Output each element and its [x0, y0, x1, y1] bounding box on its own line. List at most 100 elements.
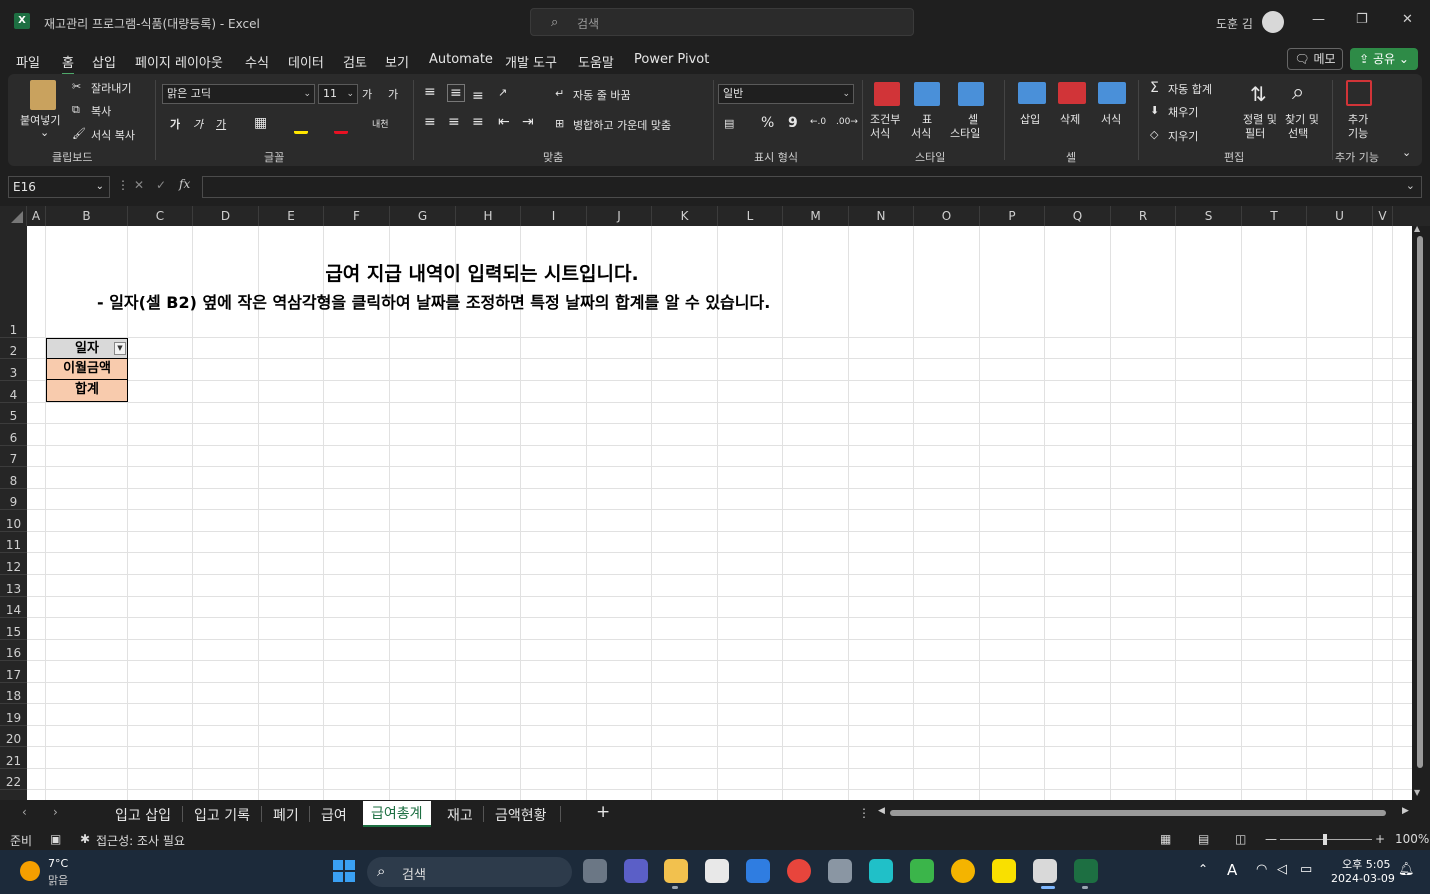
- copy-icon[interactable]: ⧉: [72, 103, 80, 117]
- font-size-select[interactable]: 11 ⌄: [318, 84, 358, 104]
- filter-dropdown-icon[interactable]: ▼: [114, 342, 126, 355]
- row-header[interactable]: 21: [0, 747, 27, 769]
- add-sheet-button[interactable]: +: [596, 802, 610, 822]
- underline-button[interactable]: 가: [216, 116, 226, 132]
- prev-sheet-icon[interactable]: ‹: [22, 805, 27, 819]
- menu-file[interactable]: 파일: [16, 52, 40, 71]
- menu-view[interactable]: 보기: [385, 52, 409, 71]
- notepad-icon[interactable]: [746, 859, 770, 883]
- row-header[interactable]: 1: [0, 226, 27, 338]
- column-header[interactable]: S: [1176, 206, 1242, 226]
- delete-cells-button[interactable]: 삭제: [1060, 111, 1080, 127]
- autosum-button[interactable]: 자동 합계: [1168, 81, 1212, 97]
- conditional-format-icon[interactable]: [874, 82, 900, 106]
- percent-button[interactable]: %: [761, 115, 774, 131]
- conditional-format-label-2[interactable]: 서식: [870, 125, 890, 141]
- wrap-text-button[interactable]: 자동 줄 바꿈: [573, 87, 631, 103]
- horizontal-scroll-thumb[interactable]: [890, 810, 1386, 816]
- formula-input[interactable]: ⌄: [202, 176, 1422, 198]
- row-header[interactable]: 13: [0, 575, 27, 597]
- row-header[interactable]: 8: [0, 467, 27, 489]
- row-header[interactable]: 18: [0, 683, 27, 704]
- chevron-down-icon[interactable]: ⌄: [40, 126, 49, 139]
- tray-overflow-icon[interactable]: ⌃: [1198, 862, 1208, 876]
- scroll-right-icon[interactable]: ▶: [1402, 806, 1409, 816]
- sheet-tab-disposal[interactable]: 폐기: [273, 805, 299, 825]
- row-header[interactable]: 6: [0, 424, 27, 446]
- align-center-icon[interactable]: ≡: [448, 114, 460, 130]
- comma-button[interactable]: 9: [788, 115, 798, 131]
- row-header[interactable]: 15: [0, 618, 27, 640]
- menu-home[interactable]: 홈: [62, 52, 74, 75]
- column-header[interactable]: V: [1373, 206, 1393, 226]
- row-header[interactable]: 17: [0, 661, 27, 683]
- decrease-indent-icon[interactable]: ⇤: [498, 114, 510, 130]
- select-all-corner[interactable]: [0, 206, 27, 226]
- kakaotalk-icon[interactable]: [992, 859, 1016, 883]
- column-header[interactable]: U: [1307, 206, 1373, 226]
- format-painter-icon[interactable]: 🖌: [72, 127, 86, 140]
- merge-center-button[interactable]: 병합하고 가운데 맞춤: [573, 117, 671, 133]
- microsoft-store-icon[interactable]: [705, 859, 729, 883]
- insert-cells-button[interactable]: 삽입: [1020, 111, 1040, 127]
- page-break-view-icon[interactable]: ◫: [1235, 832, 1246, 846]
- macro-record-icon[interactable]: ▣: [50, 832, 61, 846]
- sheet-tab-amount-status[interactable]: 금액현황: [495, 805, 547, 825]
- worksheet-grid[interactable]: 급여 지급 내역이 입력되는 시트입니다. - 일자(셀 B2) 옆에 작은 역…: [27, 226, 1412, 800]
- sheet-tab-inbound-log[interactable]: 입고 기록: [194, 805, 250, 825]
- row-header[interactable]: 7: [0, 446, 27, 467]
- format-as-table-icon[interactable]: [914, 82, 940, 106]
- expand-formula-icon[interactable]: ⌄: [1406, 179, 1415, 192]
- font-name-select[interactable]: 맑은 고딕 ⌄: [162, 84, 315, 104]
- orientation-icon[interactable]: ↗: [498, 86, 507, 99]
- wrap-text-icon[interactable]: ↵: [555, 87, 564, 100]
- column-header[interactable]: O: [914, 206, 980, 226]
- teams-icon[interactable]: [624, 859, 648, 883]
- scroll-up-icon[interactable]: ▲: [1414, 224, 1420, 233]
- align-top-icon[interactable]: ≡: [424, 84, 436, 100]
- cut-icon[interactable]: ✂: [72, 80, 81, 93]
- excel-taskbar-icon[interactable]: [1074, 859, 1098, 883]
- align-right-icon[interactable]: ≡: [472, 114, 484, 130]
- row-header[interactable]: 22: [0, 769, 27, 790]
- column-header[interactable]: L: [718, 206, 783, 226]
- minimize-icon[interactable]: —: [1312, 12, 1325, 27]
- menu-page-layout[interactable]: 페이지 레이아웃: [135, 52, 223, 71]
- menu-automate[interactable]: Automate: [429, 52, 493, 67]
- format-painter-button[interactable]: 서식 복사: [91, 127, 135, 143]
- accessibility-icon[interactable]: ✱: [80, 832, 90, 846]
- grow-font-button[interactable]: 가: [362, 86, 372, 102]
- menu-data[interactable]: 데이터: [288, 52, 324, 71]
- column-header[interactable]: N: [849, 206, 914, 226]
- add-ins-icon[interactable]: [1346, 80, 1372, 106]
- row-header[interactable]: 19: [0, 704, 27, 726]
- copy-button[interactable]: 복사: [91, 103, 111, 119]
- fill-icon[interactable]: ⬇: [1150, 104, 1159, 117]
- row-header[interactable]: 11: [0, 532, 27, 553]
- row-header[interactable]: 10: [0, 510, 27, 532]
- format-cells-button[interactable]: 서식: [1101, 111, 1121, 127]
- row-header[interactable]: 9: [0, 489, 27, 510]
- align-left-icon[interactable]: ≡: [424, 114, 436, 130]
- find-select-label-2[interactable]: 선택: [1288, 125, 1308, 141]
- chrome-profile-icon[interactable]: [951, 859, 975, 883]
- shrink-font-button[interactable]: 가: [388, 86, 398, 102]
- decrease-decimal-icon[interactable]: .00→: [836, 117, 858, 127]
- cell-styles-label-2[interactable]: 스타일: [950, 125, 980, 141]
- number-format-select[interactable]: 일반 ⌄: [718, 84, 854, 104]
- phonetic-icon[interactable]: 내천: [372, 117, 389, 130]
- increase-decimal-icon[interactable]: ←.0: [810, 117, 826, 127]
- autosum-icon[interactable]: Σ: [1150, 80, 1159, 96]
- vertical-scroll-thumb[interactable]: [1417, 236, 1423, 768]
- column-header[interactable]: G: [390, 206, 456, 226]
- snipping-tool-icon[interactable]: [1033, 859, 1057, 883]
- volume-icon[interactable]: ◁: [1277, 862, 1287, 877]
- row-header[interactable]: 2: [0, 338, 27, 359]
- column-header[interactable]: Q: [1045, 206, 1111, 226]
- column-header[interactable]: P: [980, 206, 1045, 226]
- increase-indent-icon[interactable]: ⇥: [522, 114, 534, 130]
- italic-button[interactable]: 가: [193, 116, 203, 132]
- bold-button[interactable]: 가: [170, 116, 180, 132]
- share-button[interactable]: ⇪ 공유 ⌄: [1350, 48, 1418, 70]
- battery-icon[interactable]: ▭: [1300, 862, 1312, 877]
